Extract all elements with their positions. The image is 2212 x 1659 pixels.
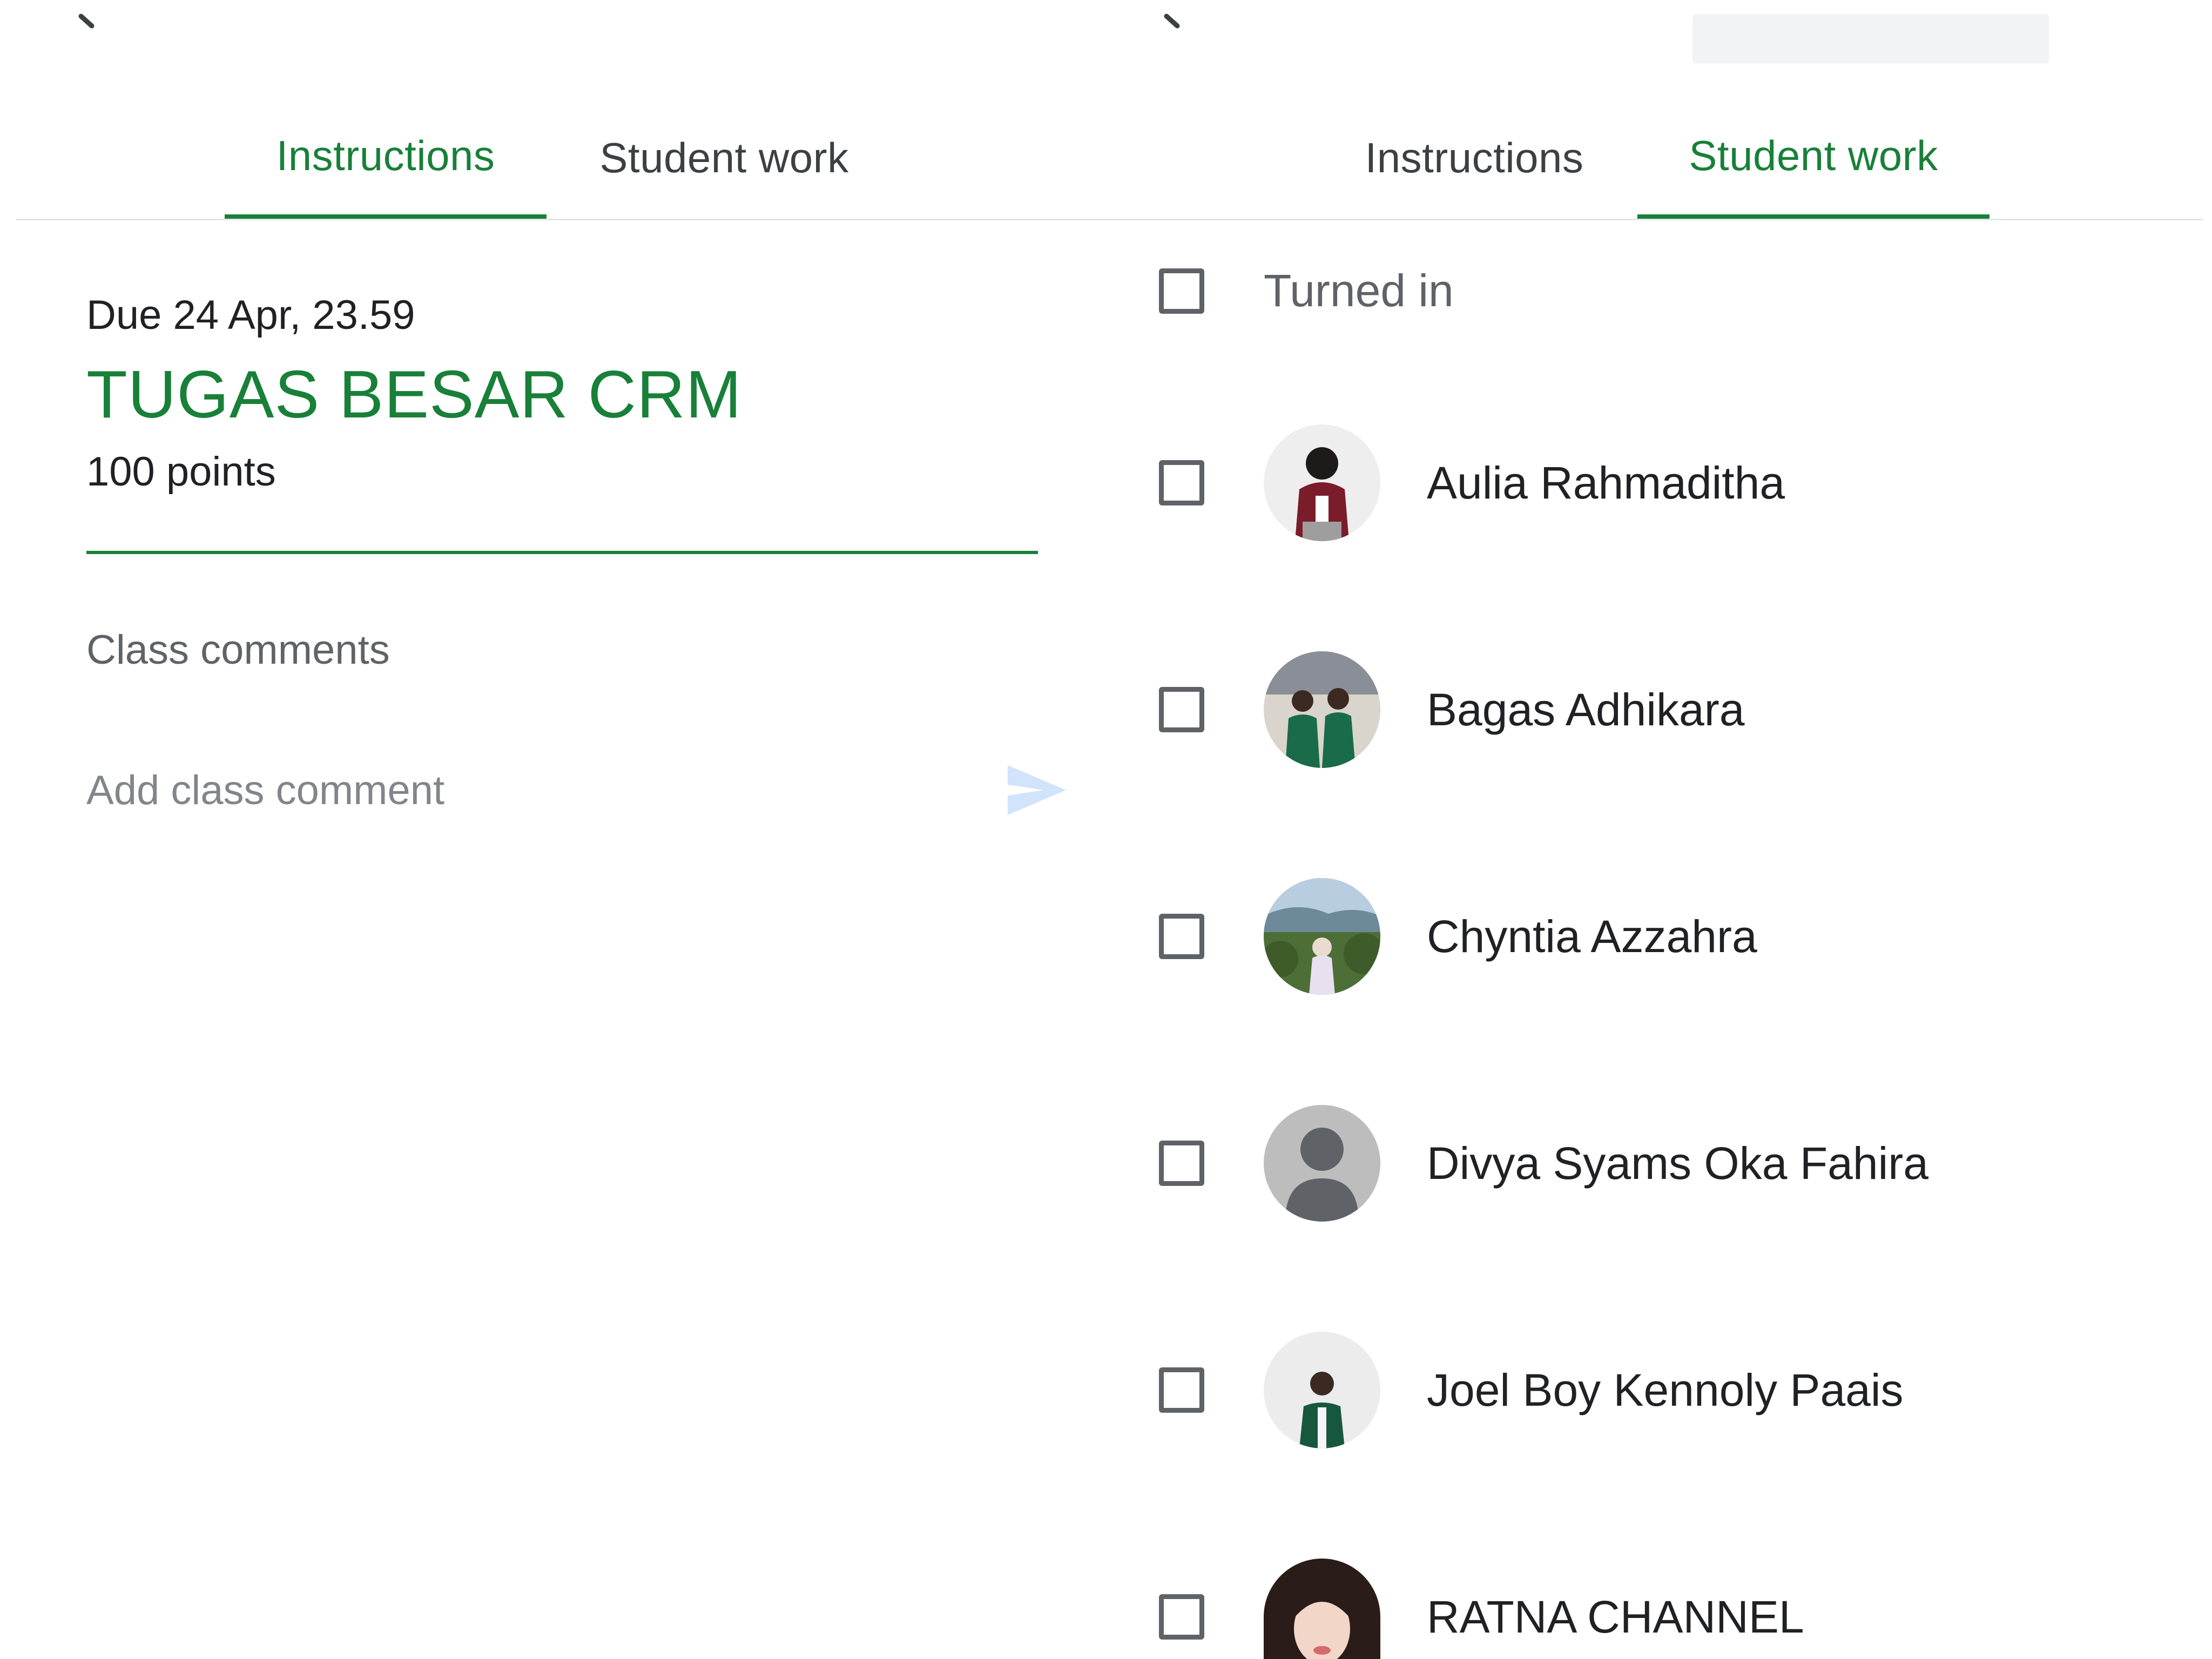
student-checkbox[interactable] (1159, 1367, 1204, 1413)
turned-in-label: Turned in (1264, 265, 1454, 316)
send-icon (1008, 765, 1066, 815)
back-arrow-icon[interactable] (76, 5, 108, 38)
due-date: Due 24 Apr, 23.59 (86, 292, 415, 338)
tab-instructions[interactable]: Instructions (1334, 108, 1615, 219)
avatar (1264, 1559, 1380, 1659)
student-name: Divya Syams Oka Fahira (1427, 1138, 1928, 1189)
avatar (1264, 878, 1380, 995)
section-divider (86, 551, 1038, 554)
student-name: Joel Boy Kennoly Paais (1427, 1365, 1904, 1415)
tab-instructions[interactable]: Instructions (225, 108, 547, 219)
tab-student-work[interactable]: Student work (1637, 108, 1990, 219)
avatar (1264, 424, 1380, 541)
class-comment-input[interactable] (86, 760, 950, 820)
assignment-title: TUGAS BESAR CRM (86, 358, 742, 432)
avatar (1264, 1332, 1380, 1448)
class-comments-heading: Class comments (86, 627, 390, 673)
top-search-field[interactable] (1692, 14, 2049, 64)
student-name: RATNA CHANNEL (1427, 1591, 1804, 1642)
send-button[interactable] (1004, 760, 1069, 820)
student-name: Chyntia Azzahra (1427, 911, 1757, 962)
student-checkbox[interactable] (1159, 687, 1204, 732)
tab-student-work[interactable]: Student work (570, 108, 878, 219)
student-name: Aulia Rahmaditha (1427, 457, 1785, 508)
back-arrow-icon[interactable] (1161, 5, 1193, 38)
avatar (1264, 651, 1380, 768)
student-checkbox[interactable] (1159, 914, 1204, 959)
student-name: Bagas Adhikara (1427, 684, 1745, 735)
turned-in-checkbox[interactable] (1159, 268, 1204, 314)
tab-divider (16, 219, 2203, 220)
student-checkbox[interactable] (1159, 1594, 1204, 1640)
student-checkbox[interactable] (1159, 460, 1204, 505)
default-person-icon (1264, 1105, 1380, 1222)
student-checkbox[interactable] (1159, 1141, 1204, 1186)
points-label: 100 points (86, 449, 276, 495)
